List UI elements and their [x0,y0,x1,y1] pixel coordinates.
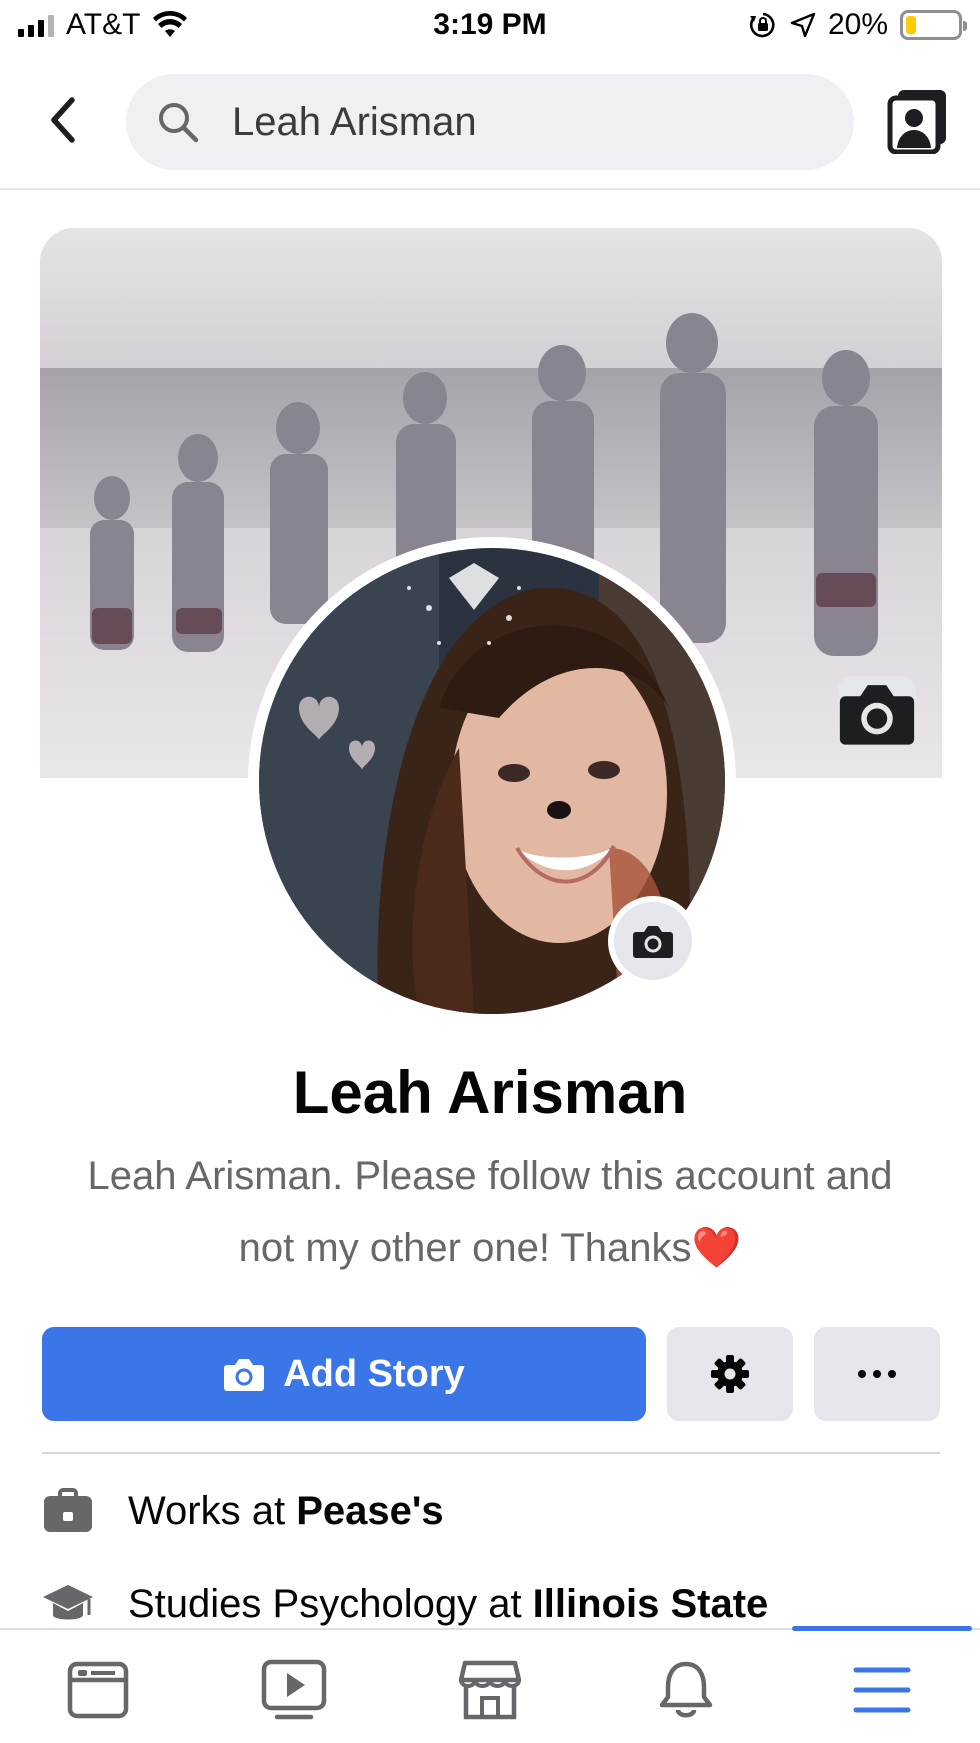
battery-fill [906,16,916,34]
news-feed-icon [67,1661,129,1719]
orientation-lock-icon [749,12,775,38]
location-arrow-icon [790,12,816,38]
more-options-button[interactable] [814,1327,940,1421]
study-prefix: Studies Psychology at [128,1581,533,1626]
avatar-camera-button[interactable] [608,896,698,986]
profile-bio: Leah Arisman. Please follow this account… [87,1154,893,1270]
work-prefix: Works at [128,1488,297,1533]
battery-percent: 20% [827,8,888,41]
more-dot [873,1370,881,1378]
tab-watch[interactable] [244,1650,344,1730]
section-divider [42,1452,940,1454]
search-input[interactable]: Leah Arisman [126,74,854,170]
bottom-tab-bar [0,1626,980,1743]
active-tab-indicator [792,1626,972,1631]
tab-news-feed[interactable] [48,1650,148,1730]
back-button[interactable] [38,90,88,150]
gear-icon [711,1355,749,1393]
more-dot [858,1370,866,1378]
more-dot [888,1370,896,1378]
work-place-link[interactable]: Pease's [296,1489,443,1534]
briefcase-icon [40,1483,96,1539]
intro-study-row[interactable]: Studies Psychology at Illinois State [40,1576,768,1632]
switch-profile-button[interactable] [884,86,952,155]
camera-icon [224,1359,265,1391]
status-bar: AT&T 3:19 PM 20% [0,0,980,56]
switch-profile-icon [887,90,946,155]
camera-icon [839,685,915,745]
study-place-link[interactable]: Illinois State [533,1582,769,1627]
search-value: Leah Arisman [232,99,477,144]
search-icon [159,103,199,143]
graduation-cap-icon [40,1576,96,1632]
back-chevron-icon [51,97,75,143]
cover-camera-button[interactable] [838,676,916,750]
hamburger-menu-icon [853,1667,911,1713]
settings-button[interactable] [667,1327,793,1421]
search-header: Leah Arisman [0,56,980,190]
intro-work-row[interactable]: Works at Pease's [40,1483,444,1539]
battery-icon [900,10,967,40]
camera-icon [633,926,673,958]
profile-name: Leah Arisman [292,1059,688,1126]
tab-notifications[interactable] [636,1650,736,1730]
add-story-label: Add Story [283,1352,465,1395]
status-right: 20% [748,8,967,42]
tab-marketplace[interactable] [440,1650,540,1730]
bell-icon [659,1661,713,1718]
add-story-button[interactable]: Add Story [42,1327,646,1421]
tab-menu[interactable] [832,1650,932,1730]
storefront-icon [458,1660,522,1720]
video-play-icon [261,1659,327,1720]
